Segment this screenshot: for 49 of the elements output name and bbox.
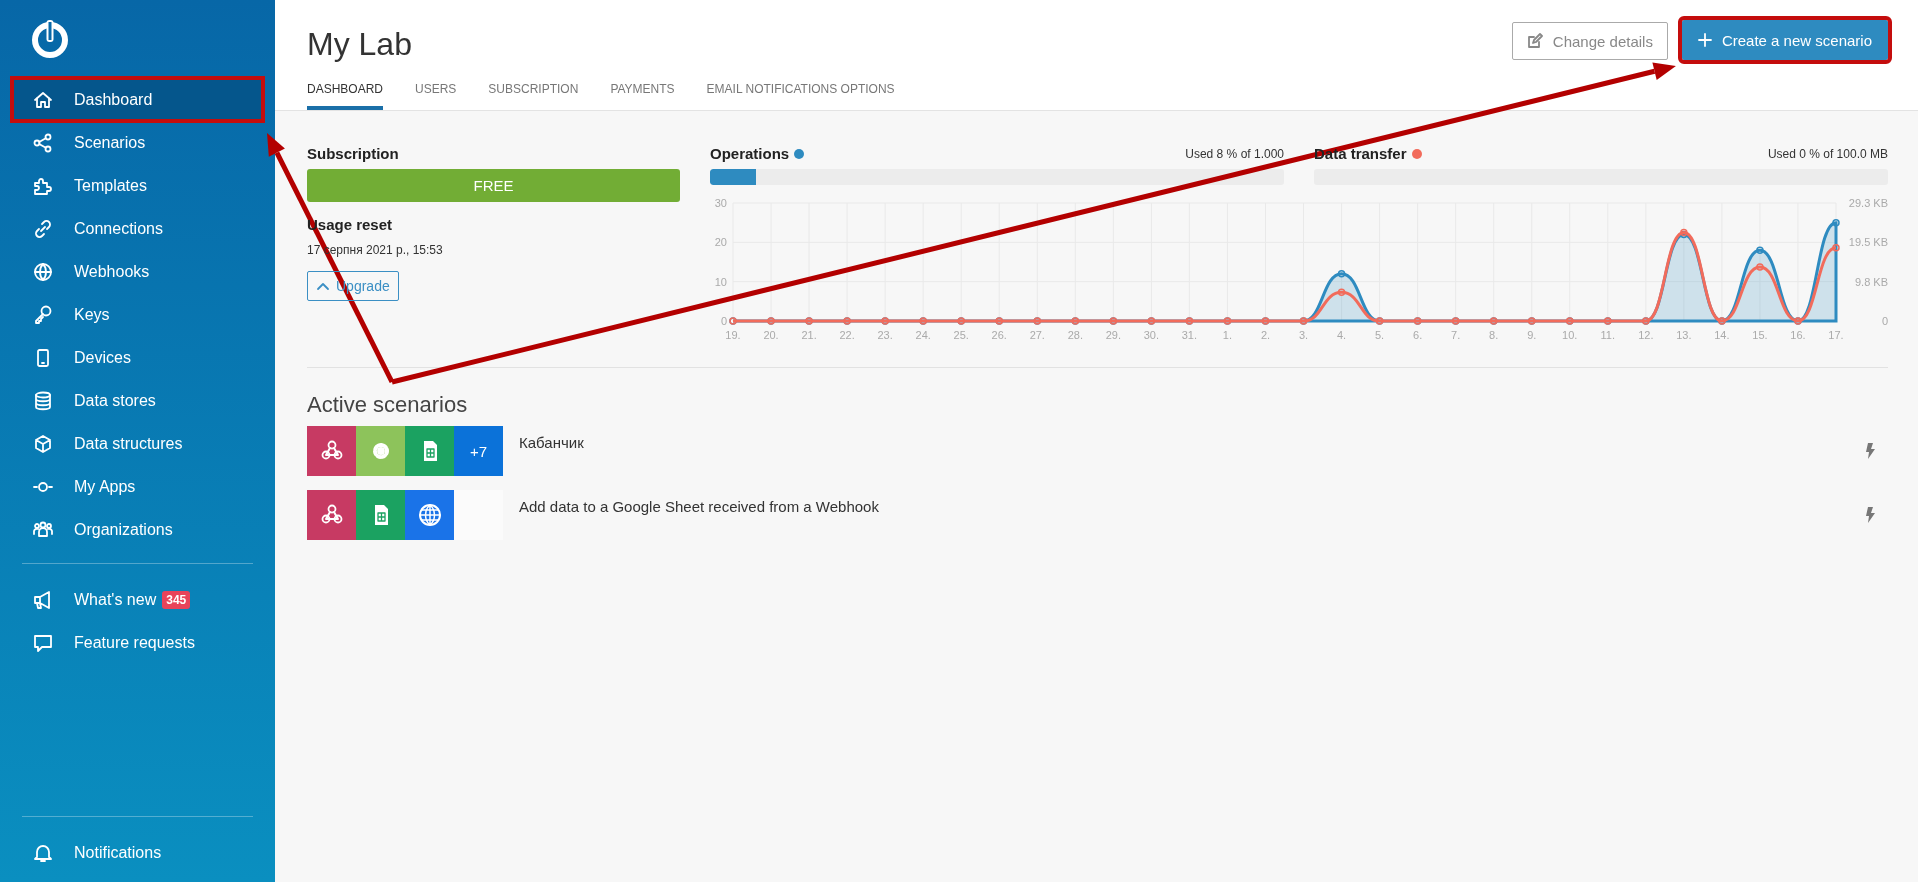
axis-label: 26. [991,329,1007,341]
axis-label: 4. [1336,329,1347,341]
axis-label: 17. [1828,329,1844,341]
axis-label: 9.8 KB [1854,275,1888,288]
scenario-name: Add data to a Google Sheet received from a Webhook [519,498,880,515]
axis-label: 29. [1105,329,1121,341]
axis-label: 16. [1790,329,1806,341]
axis-label: 30 [714,197,727,209]
meter-title: Operations [710,145,790,162]
plan-bar: FREE [307,169,680,202]
axis-label: 6. [1413,329,1423,341]
axis-label: 22. [839,329,855,341]
axis-label: 5. [1375,329,1385,341]
axis-label: 3. [1298,329,1309,341]
axis-label: 25. [953,329,969,341]
axis-label: 1. [1222,329,1233,341]
axis-label: 19. [725,329,741,341]
page-title: My Lab [307,26,412,63]
axis-label: 11. [1600,329,1616,341]
more-apps-count: +7 [454,426,503,476]
axis-label: 2. [1260,329,1271,341]
axis-label: 21. [801,329,817,341]
section-heading: Subscription [307,145,399,162]
axis-label: 12. [1638,329,1654,341]
axis-label: 15. [1752,329,1768,341]
axis-label: 13. [1676,329,1692,341]
axis-label: 0 [1881,315,1888,327]
axis-label: 8. [1489,329,1499,341]
axis-label: 19.5 KB [1848,236,1888,249]
axis-label: 23. [877,329,893,341]
axis-label: 10 [714,275,727,288]
axis-label: 27. [1029,329,1045,341]
axis-label: 10. [1562,329,1578,341]
axis-label: 14. [1714,329,1730,341]
axis-label: 31. [1181,329,1198,341]
usage-text: Used 0 % of 100.0 MB [1767,146,1888,161]
axis-label: 20. [763,329,779,341]
axis-label: 24. [915,329,931,341]
axis-label: 20 [714,236,727,249]
usage-text: Used 8 % of 1.000 [1185,146,1284,161]
count-badge: 345 [162,590,191,609]
axis-label: 0 [720,315,727,327]
axis-label: 9. [1527,329,1537,341]
scenario-name: Кабанчик [519,434,585,451]
axis-label: 29.3 KB [1848,197,1888,209]
section-heading: Active scenarios [307,392,469,418]
axis-label: 7. [1451,329,1461,341]
axis-label: 28. [1067,329,1083,341]
axis-label: 30. [1143,329,1160,341]
